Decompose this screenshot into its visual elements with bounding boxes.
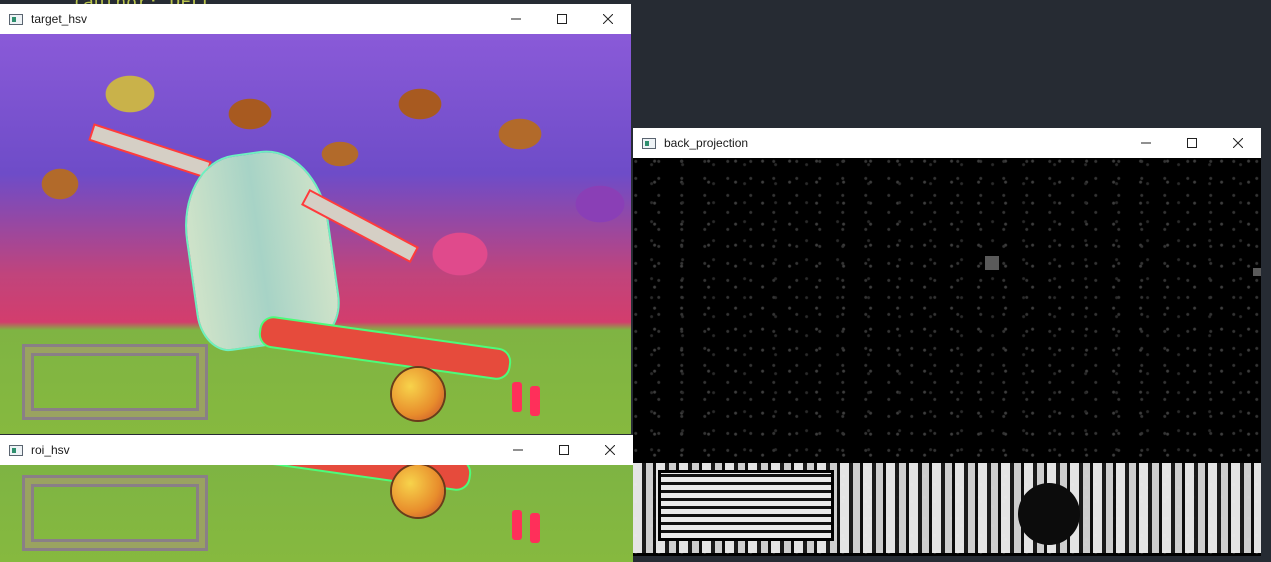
image-canvas (633, 158, 1261, 556)
ball-shadow (1018, 483, 1080, 545)
close-icon (605, 445, 615, 455)
image-canvas (0, 34, 631, 434)
red-mark (530, 513, 540, 543)
player-arm-left (90, 125, 210, 177)
maximize-icon (559, 445, 569, 455)
minimize-icon (511, 18, 521, 20)
player-body (177, 145, 343, 353)
close-icon (1233, 138, 1243, 148)
image-canvas (0, 465, 633, 562)
minimize-button[interactable] (493, 4, 539, 34)
roi-image (0, 465, 633, 562)
ball (392, 368, 444, 420)
app-icon (642, 137, 656, 149)
maximize-button[interactable] (541, 435, 587, 465)
close-button[interactable] (585, 4, 631, 34)
maximize-icon (557, 14, 567, 24)
minimize-icon (513, 449, 523, 451)
player-leg (259, 316, 511, 380)
red-mark (512, 382, 522, 412)
maximize-icon (1187, 138, 1197, 148)
maximize-button[interactable] (539, 4, 585, 34)
grey-patch (985, 256, 999, 270)
ball (392, 465, 444, 517)
back-projection-image (633, 158, 1261, 556)
bench-shape (658, 470, 834, 541)
minimize-icon (1141, 142, 1151, 144)
back-projection-window[interactable]: back_projection (633, 128, 1261, 556)
title-bar[interactable]: target_hsv (0, 4, 631, 34)
app-icon (9, 13, 23, 25)
hsv-image (0, 34, 631, 434)
grey-patch (1253, 268, 1261, 276)
close-icon (603, 14, 613, 24)
close-button[interactable] (587, 435, 633, 465)
window-title: roi_hsv (31, 443, 70, 457)
title-bar[interactable]: roi_hsv (0, 435, 633, 465)
maximize-button[interactable] (1169, 128, 1215, 158)
bench-shape (22, 475, 208, 551)
bench-shape (22, 344, 208, 420)
minimize-button[interactable] (1123, 128, 1169, 158)
app-icon (9, 444, 23, 456)
close-button[interactable] (1215, 128, 1261, 158)
minimize-button[interactable] (495, 435, 541, 465)
window-title: target_hsv (31, 12, 88, 26)
roi-hsv-window[interactable]: roi_hsv (0, 435, 633, 562)
title-bar[interactable]: back_projection (633, 128, 1261, 158)
red-mark (530, 386, 540, 416)
target-hsv-window[interactable]: target_hsv (0, 4, 631, 434)
window-title: back_projection (664, 136, 749, 150)
red-mark (512, 510, 522, 540)
